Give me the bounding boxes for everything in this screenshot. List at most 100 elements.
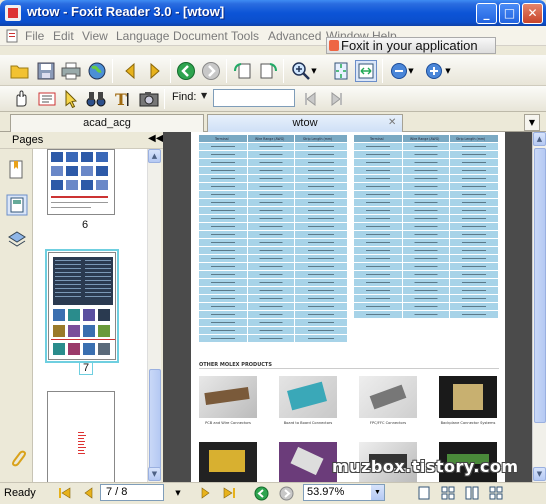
web-globe-icon[interactable] (86, 60, 108, 82)
window-title: wtow - Foxit Reader 3.0 - [wtow] (27, 4, 225, 19)
table-cell-text (211, 338, 235, 339)
table-cell-text (414, 210, 438, 211)
document-view[interactable]: Terminal Wire Range (AWG) Strip Length (… (163, 132, 532, 482)
layers-icon[interactable] (6, 229, 28, 251)
close-button[interactable]: ✕ (522, 3, 543, 24)
snapshot-camera-icon[interactable] (138, 88, 160, 110)
watermark-text: muzbox.tistory.com (332, 457, 519, 476)
document-icon[interactable] (5, 29, 19, 43)
previous-page-icon[interactable] (80, 485, 96, 501)
table-cell-text (414, 202, 438, 203)
title-bar[interactable]: wtow - Foxit Reader 3.0 - [wtow] _ □ ✕ (0, 0, 546, 26)
page-number-field[interactable]: 7 / 8 (100, 484, 164, 501)
select-text-icon[interactable] (36, 88, 58, 110)
page-thumbnail-6[interactable] (47, 149, 115, 215)
scroll-down-icon[interactable]: ▼ (533, 467, 546, 481)
thumbnails-scrollbar[interactable]: ▲ ▼ (147, 149, 161, 482)
back-icon[interactable] (175, 60, 197, 82)
table-cell-text (259, 258, 283, 259)
find-previous-icon[interactable] (300, 88, 322, 110)
collapse-panel-icon[interactable]: ◀◀ (148, 133, 163, 144)
table-cell-text (211, 322, 235, 323)
table-cell-text (366, 298, 390, 299)
foxit-app-icon[interactable] (5, 5, 21, 21)
table-cell-text (366, 266, 390, 267)
table-cell-text (462, 314, 486, 315)
menu-tools[interactable]: Tools (231, 29, 259, 43)
first-page-icon[interactable] (57, 485, 73, 501)
next-page-icon[interactable] (144, 60, 166, 82)
continuous-facing-icon[interactable] (488, 485, 504, 501)
table-cell-text (366, 202, 390, 203)
facing-pages-icon[interactable] (464, 485, 480, 501)
table-cell-text (259, 210, 283, 211)
find-binoculars-icon[interactable] (85, 88, 107, 110)
menu-edit[interactable]: Edit (53, 29, 74, 43)
table-cell-text (308, 226, 334, 227)
scroll-up-icon[interactable]: ▲ (148, 149, 161, 163)
tab-list-dropdown-icon[interactable]: ▼ (524, 114, 540, 131)
scrollbar-thumb[interactable] (149, 369, 161, 469)
scroll-up-icon[interactable]: ▲ (533, 132, 546, 146)
page-thumbnail-7[interactable] (48, 252, 116, 360)
arrow-select-icon[interactable] (60, 88, 82, 110)
product-image (199, 376, 257, 418)
tab-acad-acg[interactable]: acad_acg (10, 114, 204, 132)
fit-page-icon[interactable] (330, 60, 352, 82)
next-page-icon[interactable] (198, 485, 214, 501)
zoom-in-dropdown-icon[interactable]: ▼ (443, 60, 453, 82)
zoom-level-field[interactable]: 53.97% ▼ (303, 484, 385, 501)
previous-page-icon[interactable] (119, 60, 141, 82)
zoom-dropdown-icon[interactable]: ▼ (371, 485, 384, 500)
maximize-button[interactable]: □ (499, 3, 520, 24)
scrollbar-thumb[interactable] (534, 148, 546, 423)
table-cell-text (259, 282, 283, 283)
minimize-button[interactable]: _ (476, 3, 497, 24)
find-input[interactable] (213, 89, 295, 107)
find-next-icon[interactable] (325, 88, 347, 110)
menu-file[interactable]: File (25, 29, 44, 43)
rotate-right-icon[interactable] (257, 60, 279, 82)
bookmarks-icon[interactable] (6, 159, 28, 181)
menu-advanced[interactable]: Advanced (268, 29, 321, 43)
save-icon[interactable] (35, 60, 57, 82)
continuous-page-icon[interactable] (440, 485, 456, 501)
page-thumbnail-8[interactable] (47, 391, 115, 482)
menu-document[interactable]: Document (173, 29, 228, 43)
forward-icon[interactable] (278, 485, 294, 501)
table-cell-text (211, 242, 235, 243)
hand-tool-icon[interactable] (10, 88, 32, 110)
page-dropdown-icon[interactable]: ▼ (170, 485, 186, 501)
table-cell-text (211, 146, 235, 147)
zoom-tool-dropdown-icon[interactable]: ▼ (309, 60, 319, 82)
typewriter-icon[interactable]: T (113, 88, 135, 110)
table-cell-text (366, 290, 390, 291)
pages-thumbnails-icon[interactable] (6, 194, 28, 216)
close-tab-icon[interactable]: ✕ (388, 117, 396, 128)
last-page-icon[interactable] (221, 485, 237, 501)
table-cell-text (211, 282, 235, 283)
rotate-left-icon[interactable] (232, 60, 254, 82)
tab-wtow[interactable]: wtow (207, 114, 403, 132)
zoom-out-dropdown-icon[interactable]: ▼ (406, 60, 416, 82)
foxit-ad-banner[interactable]: Foxit in your application (326, 37, 496, 54)
document-scrollbar[interactable]: ▲ ▼ (532, 132, 546, 482)
table-cell-text (211, 210, 235, 211)
page-thumbnails[interactable]: 6 7 (33, 149, 147, 482)
back-icon[interactable] (253, 485, 269, 501)
table-cell-text (308, 274, 334, 275)
open-folder-icon[interactable] (9, 60, 31, 82)
table-cell-text (308, 194, 334, 195)
scroll-down-icon[interactable]: ▼ (148, 467, 161, 481)
table-cell-text (259, 170, 283, 171)
table-cell-text (366, 274, 390, 275)
menu-language[interactable]: Language (116, 29, 169, 43)
find-options-dropdown-icon[interactable]: ▼ (201, 91, 207, 100)
single-page-icon[interactable] (416, 485, 432, 501)
forward-icon[interactable] (200, 60, 222, 82)
print-icon[interactable] (60, 60, 82, 82)
fit-width-icon[interactable] (355, 60, 377, 82)
menu-view[interactable]: View (82, 29, 108, 43)
attachments-paperclip-icon[interactable] (6, 447, 28, 469)
zoom-in-icon[interactable] (423, 60, 445, 82)
